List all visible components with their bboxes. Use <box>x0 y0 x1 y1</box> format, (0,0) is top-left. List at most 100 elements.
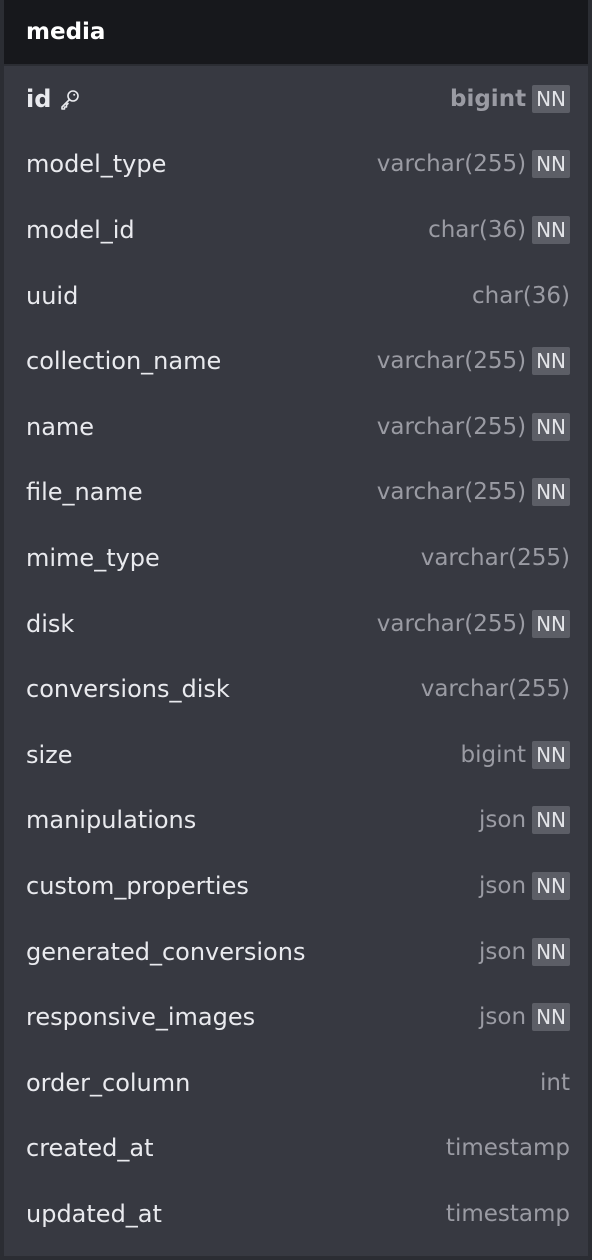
not-null-badge: NN <box>532 806 570 835</box>
column-name: custom_properties <box>26 872 249 900</box>
column-row[interactable]: updated_at timestamp <box>4 1181 588 1247</box>
column-name-text: model_id <box>26 215 135 244</box>
column-name: file_name <box>26 478 143 506</box>
not-null-badge: NN <box>532 937 570 966</box>
column-row[interactable]: size bigint NN <box>4 722 588 788</box>
column-name: manipulations <box>26 806 196 834</box>
column-type: varchar(255) <box>376 348 527 375</box>
column-row[interactable]: order_column int <box>4 1050 588 1116</box>
column-meta: timestamp <box>446 1135 570 1161</box>
not-null-badge: NN <box>532 84 570 113</box>
column-row[interactable]: responsive_images json NN <box>4 984 588 1050</box>
column-name: disk <box>26 610 74 638</box>
column-name-text: generated_conversions <box>26 937 306 966</box>
column-name: model_type <box>26 150 166 178</box>
column-name: updated_at <box>26 1200 162 1228</box>
column-type: varchar(255) <box>376 151 527 178</box>
column-name: order_column <box>26 1069 190 1097</box>
column-type: json <box>479 872 527 899</box>
column-name: created_at <box>26 1134 154 1162</box>
column-meta: int <box>540 1070 570 1096</box>
column-name: model_id <box>26 216 135 244</box>
column-type: varchar(255) <box>376 479 527 506</box>
not-null-badge: NN <box>532 1003 570 1032</box>
column-type: varchar(255) <box>420 676 570 703</box>
column-row[interactable]: id bigint NN <box>4 66 588 132</box>
column-row[interactable]: uuid char(36) <box>4 263 588 329</box>
column-type: varchar(255) <box>420 544 570 571</box>
not-null-badge: NN <box>532 347 570 376</box>
column-name: uuid <box>26 282 78 310</box>
column-meta: varchar(255) NN <box>376 347 570 376</box>
column-meta: varchar(255) NN <box>376 412 570 441</box>
column-name-text: manipulations <box>26 806 197 835</box>
column-name: size <box>26 741 73 769</box>
not-null-badge: NN <box>532 215 570 244</box>
column-row[interactable]: model_type varchar(255) NN <box>4 132 588 198</box>
column-type: bigint <box>450 85 527 112</box>
column-row[interactable]: manipulations json NN <box>4 788 588 854</box>
column-row[interactable]: disk varchar(255) NN <box>4 591 588 657</box>
column-row[interactable]: name varchar(255) NN <box>4 394 588 460</box>
column-name: name <box>26 413 94 441</box>
not-null-badge: NN <box>532 478 570 507</box>
column-type: bigint <box>460 741 527 768</box>
column-type: json <box>479 938 527 965</box>
column-name-text: name <box>26 412 95 441</box>
er-table-card[interactable]: media id bigint NN model_type varchar(255) NN… <box>0 0 592 1260</box>
column-type: timestamp <box>445 1135 570 1162</box>
column-name-text: created_at <box>26 1134 154 1163</box>
key-icon <box>59 88 81 110</box>
table-title: media <box>26 19 106 45</box>
column-name: responsive_images <box>26 1003 255 1031</box>
column-meta: json NN <box>479 871 570 900</box>
column-row[interactable]: generated_conversions json NN <box>4 919 588 985</box>
column-type: char(36) <box>428 216 527 243</box>
column-name-text: disk <box>26 609 75 638</box>
column-meta: json NN <box>479 937 570 966</box>
not-null-badge: NN <box>532 150 570 179</box>
column-name-text: file_name <box>26 478 143 507</box>
column-type: varchar(255) <box>376 413 527 440</box>
column-meta: timestamp <box>446 1201 570 1227</box>
not-null-badge: NN <box>532 740 570 769</box>
column-name-text: conversions_disk <box>26 675 230 704</box>
column-meta: varchar(255) NN <box>376 478 570 507</box>
column-row[interactable]: file_name varchar(255) NN <box>4 460 588 526</box>
column-meta: json NN <box>479 1003 570 1032</box>
table-header[interactable]: media <box>4 0 588 66</box>
column-meta: varchar(255) NN <box>376 609 570 638</box>
column-name: mime_type <box>26 544 160 572</box>
column-row[interactable]: model_id char(36) NN <box>4 197 588 263</box>
column-meta: char(36) NN <box>428 215 570 244</box>
column-name-text: uuid <box>26 281 79 310</box>
column-row[interactable]: custom_properties json NN <box>4 853 588 919</box>
column-row[interactable]: collection_name varchar(255) NN <box>4 328 588 394</box>
column-list: id bigint NN model_type varchar(255) NN model_… <box>4 66 588 1247</box>
column-type: json <box>479 807 527 834</box>
not-null-badge: NN <box>532 412 570 441</box>
column-type: int <box>540 1069 570 1096</box>
column-name: generated_conversions <box>26 938 305 966</box>
column-name-text: id <box>26 84 52 113</box>
column-name-text: responsive_images <box>26 1003 256 1032</box>
column-type: timestamp <box>445 1200 570 1227</box>
column-row[interactable]: created_at timestamp <box>4 1116 588 1182</box>
not-null-badge: NN <box>532 609 570 638</box>
column-type: json <box>479 1004 527 1031</box>
column-name-text: collection_name <box>26 347 222 376</box>
column-meta: varchar(255) NN <box>376 150 570 179</box>
column-name: conversions_disk <box>26 675 230 703</box>
column-meta: bigint NN <box>450 84 570 113</box>
column-meta: varchar(255) <box>421 545 570 571</box>
column-name-text: model_type <box>26 150 167 179</box>
column-name: id <box>26 85 81 113</box>
column-name: collection_name <box>26 347 221 375</box>
column-row[interactable]: mime_type varchar(255) <box>4 525 588 591</box>
column-type: varchar(255) <box>376 610 527 637</box>
column-name-text: custom_properties <box>26 871 249 900</box>
column-name-text: mime_type <box>26 543 160 572</box>
column-row[interactable]: conversions_disk varchar(255) <box>4 656 588 722</box>
column-meta: varchar(255) <box>421 676 570 702</box>
column-name-text: size <box>26 740 73 769</box>
